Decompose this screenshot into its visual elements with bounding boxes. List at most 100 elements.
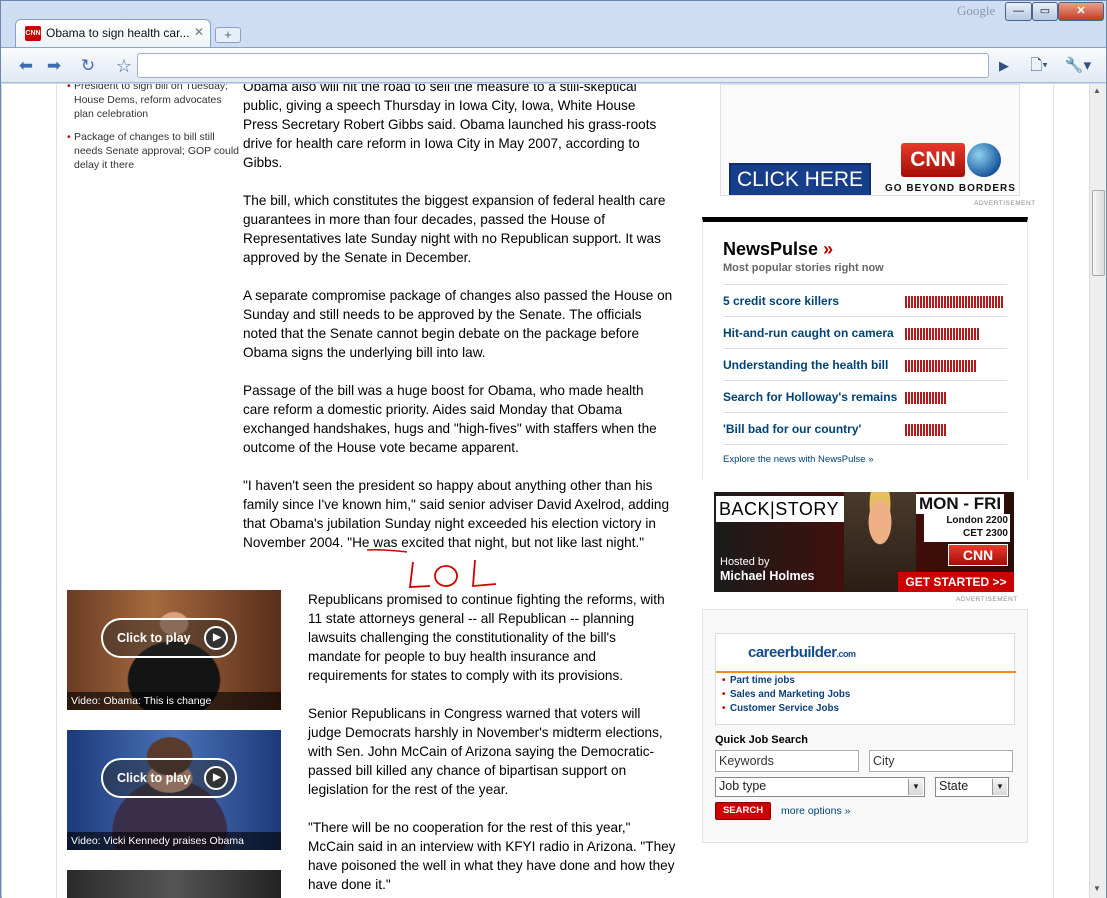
newspulse-item-link[interactable]: Hit-and-run caught on camera — [723, 326, 894, 340]
newspulse-title[interactable]: NewsPulse » — [723, 239, 833, 260]
tab-title: Obama to sign health car... — [46, 26, 190, 40]
page-viewport: President to sign bill on Tuesday; House… — [2, 84, 1106, 898]
city-input[interactable] — [869, 750, 1013, 772]
advertisement-label: ADVERTISEMENT — [974, 200, 1036, 207]
chevron-down-icon: ▼ — [992, 779, 1007, 795]
job-search-button[interactable]: SEARCH — [715, 802, 771, 820]
backstory-days: MON - FRI — [916, 494, 1005, 514]
play-label: Click to play — [117, 771, 191, 785]
backstory-logo: BACK|STORY — [716, 496, 852, 522]
video-caption: Video: Obama: This is change — [67, 692, 281, 710]
page-menu-icon[interactable]: 🗋▾ — [1025, 55, 1053, 77]
click-to-play-button[interactable]: Click to play ▶ — [101, 758, 237, 798]
click-here-button[interactable]: CLICK HERE — [729, 163, 871, 195]
cnn-advertisement-top[interactable]: CLICK HERE CNN GO BEYOND BORDERS — [720, 84, 1020, 196]
newspulse-item[interactable]: 5 credit score killers — [723, 284, 1007, 316]
careerbuilder-panel: careerbuilder.com Part time jobs Sales a… — [715, 633, 1016, 725]
job-link[interactable]: Part time jobs — [722, 674, 850, 688]
popularity-bar — [905, 328, 980, 340]
more-options-link[interactable]: more options » — [781, 805, 850, 817]
wrench-menu-icon[interactable]: 🔧▾ — [1063, 55, 1093, 77]
cnn-logo: CNN — [948, 544, 1008, 566]
go-arrow-icon[interactable]: ▶ — [991, 55, 1017, 77]
bookmark-star-icon[interactable]: ☆ — [111, 55, 137, 77]
newspulse-item-link[interactable]: 'Bill bad for our country' — [723, 422, 861, 436]
article-paragraph: The bill, which constitutes the biggest … — [243, 193, 666, 265]
toolbar: ⬅ ➡ ↻ ☆ ▶ 🗋▾ 🔧▾ — [1, 47, 1106, 83]
video-thumbnail-kennedy[interactable]: Click to play ▶ Video: Vicki Kennedy prai… — [67, 730, 281, 850]
keywords-input[interactable] — [715, 750, 859, 772]
explore-newspulse-link[interactable]: Explore the news with NewsPulse » — [723, 454, 874, 465]
newspulse-title-text: NewsPulse — [723, 239, 819, 259]
job-links-list: Part time jobs Sales and Marketing Jobs … — [722, 674, 850, 716]
backstory-advertisement[interactable]: BACK|STORY MON - FRI London 2200 CET 2300… — [714, 492, 1014, 592]
article-paragraph: "There will be no cooperation for the re… — [308, 820, 676, 892]
state-select[interactable]: State ▼ — [935, 777, 1009, 797]
newspulse-item[interactable]: Search for Holloway's remains — [723, 380, 1007, 412]
chevron-down-icon: ▼ — [908, 779, 923, 795]
chevron-right-icon: » — [823, 239, 834, 259]
article-paragraph: Obama also will hit the road to sell the… — [243, 84, 657, 170]
related-stories-list: President to sign bill on Tuesday; House… — [67, 84, 242, 181]
related-story-link[interactable]: Package of changes to bill still needs S… — [67, 130, 242, 172]
google-brand: Google — [957, 3, 996, 18]
time-cet: CET 2300 — [962, 528, 1008, 539]
address-bar[interactable] — [137, 53, 989, 78]
host-name: Michael Holmes — [720, 569, 815, 583]
job-link[interactable]: Sales and Marketing Jobs — [722, 688, 850, 702]
maximize-button[interactable]: ▭ — [1032, 2, 1058, 21]
quick-job-search-title: Quick Job Search — [715, 734, 808, 746]
page-content: President to sign bill on Tuesday; House… — [56, 84, 1054, 898]
newspulse-item-link[interactable]: Understanding the health bill — [723, 358, 888, 372]
cnn-logo: CNN — [901, 141, 1001, 179]
close-window-button[interactable]: ✕ — [1058, 2, 1104, 21]
popularity-bar — [905, 296, 1003, 308]
job-type-select[interactable]: Job type ▼ — [715, 777, 925, 797]
click-to-play-button[interactable]: Click to play ▶ — [101, 618, 237, 658]
cnn-logo-text: CNN — [901, 143, 965, 177]
scroll-up-icon[interactable]: ▲ — [1093, 86, 1101, 95]
divider — [716, 671, 1016, 673]
video-thumbnail-partial[interactable] — [67, 870, 281, 898]
scrollbar-thumb[interactable] — [1092, 190, 1105, 276]
article-paragraph: A separate compromise package of changes… — [243, 288, 673, 360]
newspulse-item-link[interactable]: Search for Holloway's remains — [723, 390, 897, 404]
title-bar: CNN Obama to sign health car... ✕ + Goog… — [1, 1, 1106, 47]
newspulse-item[interactable]: Hit-and-run caught on camera — [723, 316, 1007, 348]
video-still — [67, 870, 281, 898]
newspulse-item[interactable]: 'Bill bad for our country' — [723, 412, 1007, 444]
back-arrow-icon[interactable]: ⬅ — [13, 55, 39, 77]
scroll-down-icon[interactable]: ▼ — [1093, 884, 1101, 893]
new-tab-icon[interactable]: + — [215, 27, 241, 43]
popularity-bar — [905, 392, 947, 404]
tab-close-icon[interactable]: ✕ — [194, 25, 204, 39]
browser-window: CNN Obama to sign health car... ✕ + Goog… — [0, 0, 1107, 898]
cnn-favicon-icon: CNN — [25, 26, 41, 41]
forward-arrow-icon[interactable]: ➡ — [41, 55, 67, 77]
minimize-button[interactable]: — — [1005, 2, 1032, 21]
careerbuilder-widget: careerbuilder.com Part time jobs Sales a… — [702, 609, 1028, 843]
article-paragraph: Republicans promised to continue fightin… — [308, 592, 665, 683]
related-story-link[interactable]: President to sign bill on Tuesday; House… — [67, 84, 242, 121]
reload-icon[interactable]: ↻ — [75, 55, 101, 77]
popularity-bar — [905, 360, 977, 372]
state-value: State — [939, 779, 969, 793]
tab-active[interactable]: CNN Obama to sign health car... ✕ — [15, 19, 211, 47]
article-paragraph: Passage of the bill was a huge boost for… — [243, 383, 657, 455]
job-link[interactable]: Customer Service Jobs — [722, 702, 850, 716]
popularity-bar — [905, 424, 947, 436]
video-thumbnail-obama[interactable]: Click to play ▶ Video: Obama: This is cha… — [67, 590, 281, 710]
vertical-scrollbar[interactable]: ▲ ▼ — [1089, 84, 1106, 898]
newspulse-widget: NewsPulse » Most popular stories right n… — [702, 217, 1028, 479]
article-paragraph: Senior Republicans in Congress warned th… — [308, 706, 663, 797]
newspulse-item-link[interactable]: 5 credit score killers — [723, 294, 839, 308]
ad-tagline: GO BEYOND BORDERS — [885, 183, 1016, 194]
job-type-value: Job type — [719, 779, 767, 793]
get-started-button[interactable]: GET STARTED >> — [898, 572, 1014, 592]
video-caption: Video: Vicki Kennedy praises Obama — [67, 832, 281, 850]
play-icon: ▶ — [204, 766, 228, 790]
newspulse-item[interactable]: Understanding the health bill — [723, 348, 1007, 380]
careerbuilder-logo[interactable]: careerbuilder.com — [748, 644, 856, 661]
play-icon: ▶ — [204, 626, 228, 650]
newspulse-subtitle: Most popular stories right now — [723, 262, 884, 274]
